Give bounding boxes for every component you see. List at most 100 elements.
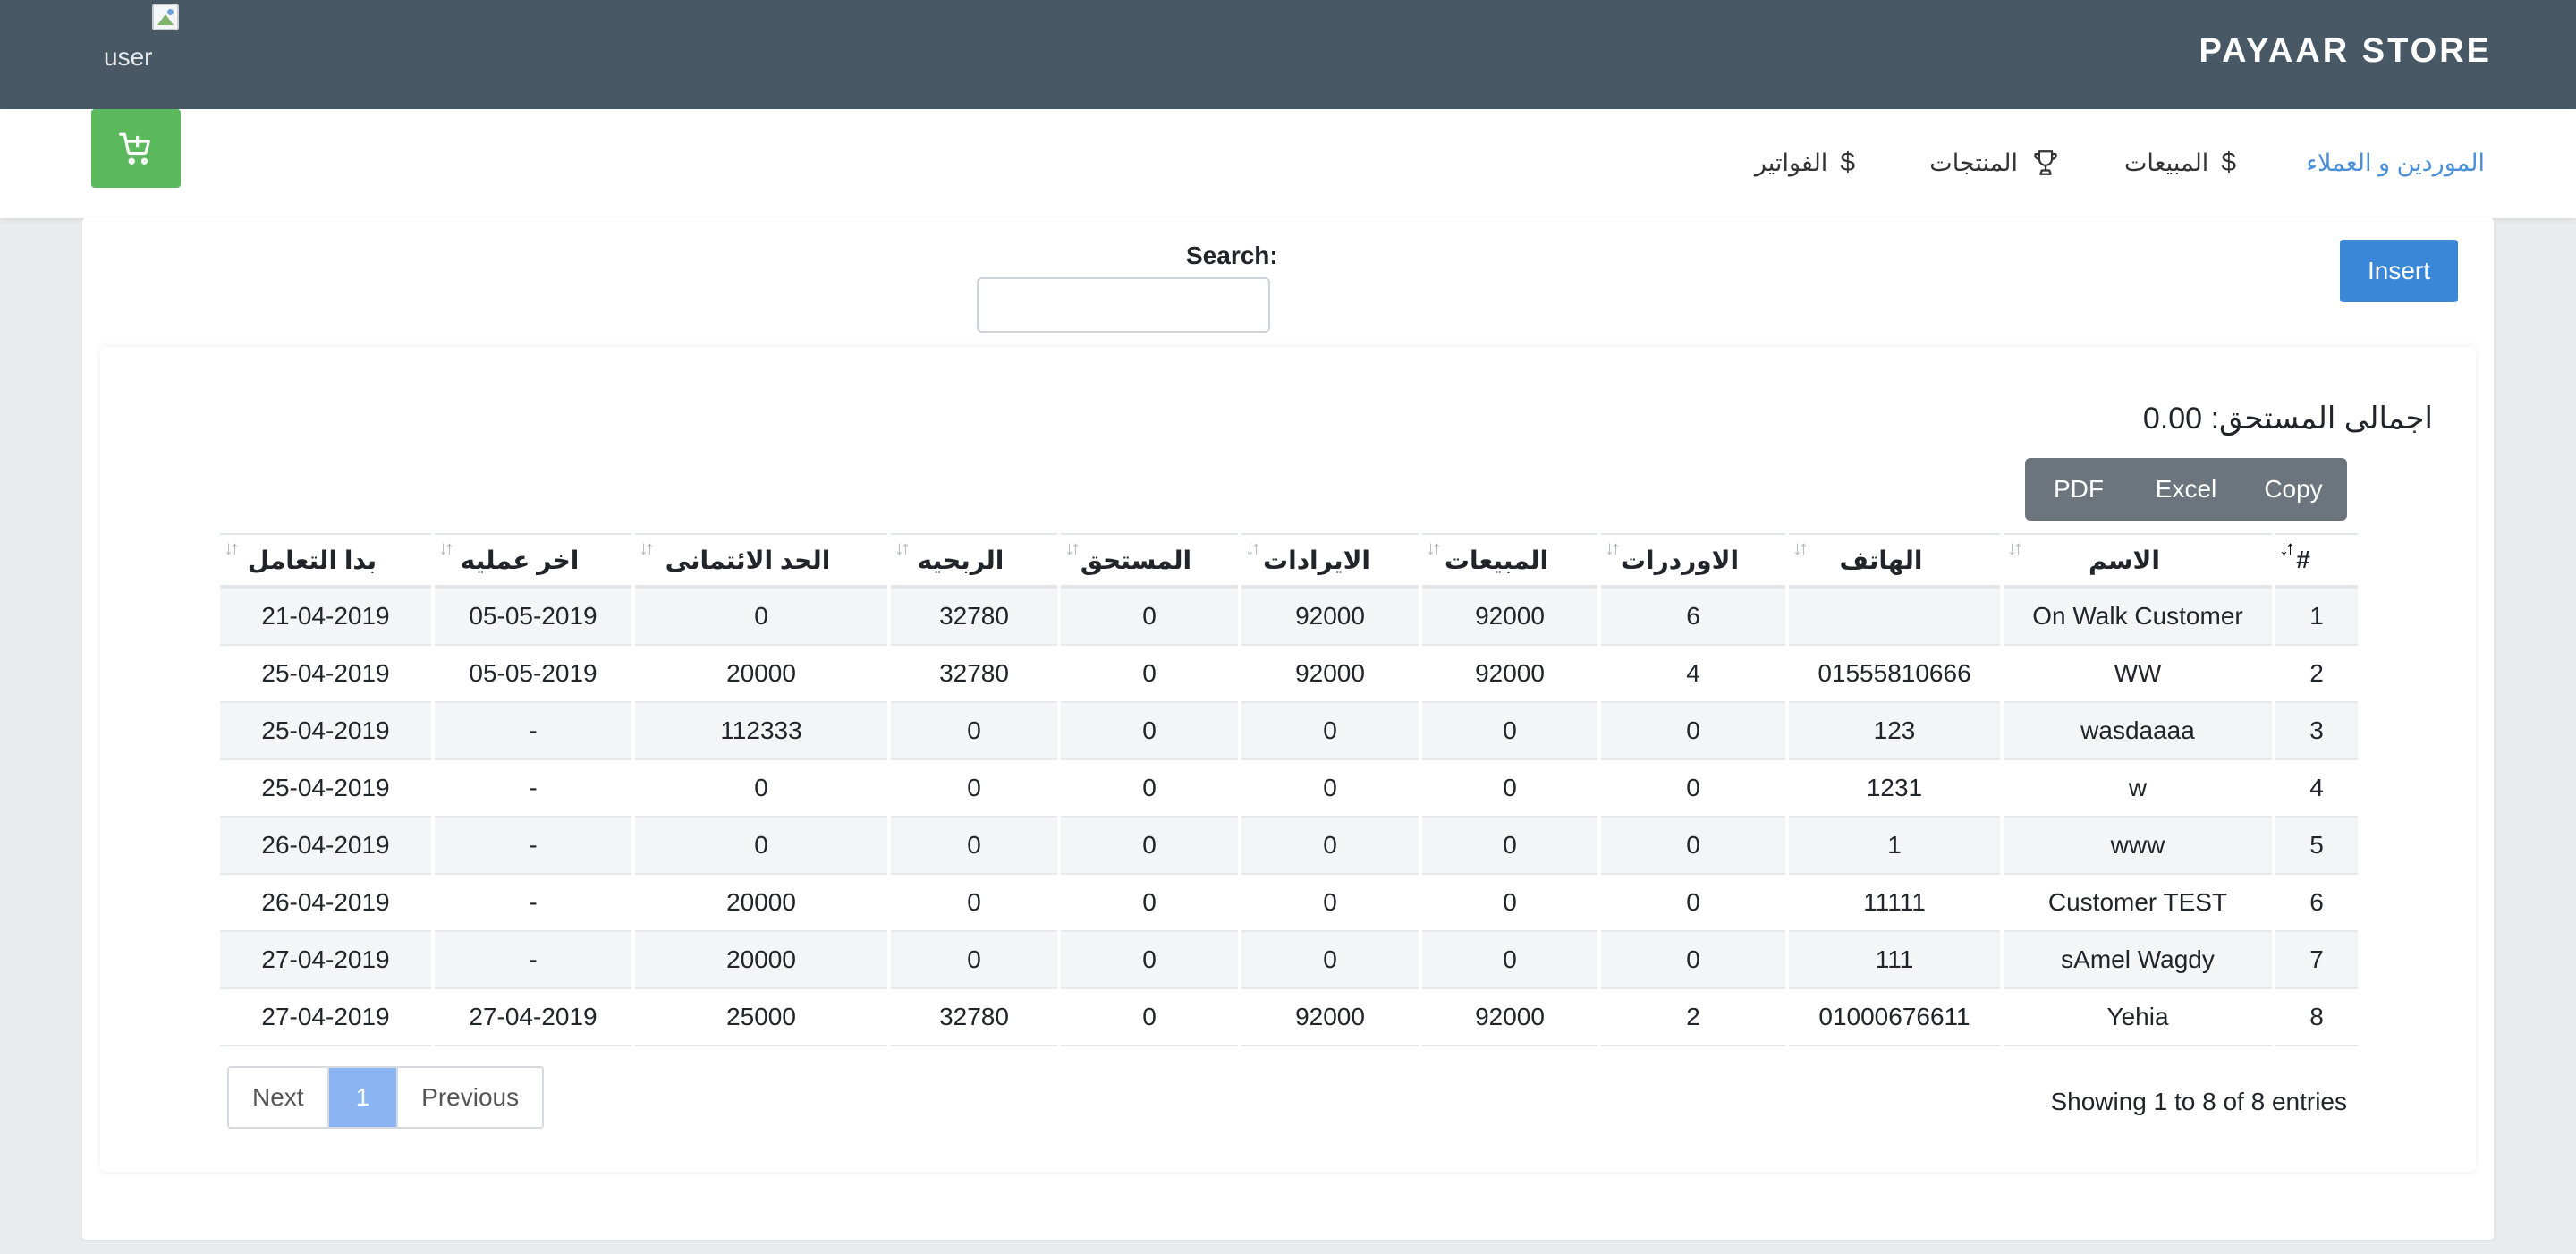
table-cell: 0 — [635, 760, 887, 818]
table-cell: 0 — [1061, 818, 1238, 875]
table-cell: 0 — [1061, 589, 1238, 646]
table-cell: 4 — [1601, 646, 1785, 703]
sort-icon: ↑↓ — [1605, 537, 1621, 559]
nav-item-sales[interactable]: $ المبيعات — [2124, 145, 2236, 181]
table-cell: 0 — [891, 760, 1057, 818]
table-header-row: # ↑↓ الاسم ↑↓ الهاتف ↑↓ الاوردرات ↑↓ المبيعا… — [220, 533, 2358, 589]
table-cell: 0 — [1241, 875, 1419, 932]
cart-button[interactable] — [91, 109, 181, 188]
table-cell: 1 — [2275, 589, 2358, 646]
nav-item-products[interactable]: المنتجات — [1929, 145, 2061, 181]
nav-item-label: المبيعات — [2124, 148, 2209, 176]
column-header-start-date[interactable]: بدا التعامل ↑↓ — [220, 533, 431, 589]
table-cell: 0 — [891, 703, 1057, 760]
table-row[interactable]: 1 On Walk Customer 6 92000 92000 0 32780 0 05-05… — [220, 589, 2358, 646]
cart-plus-icon — [119, 132, 150, 165]
table-cell: 0 — [1061, 646, 1238, 703]
table-cell: 0 — [635, 589, 887, 646]
table-cell: 0 — [1061, 932, 1238, 989]
table-cell: 0 — [1061, 703, 1238, 760]
pdf-button[interactable]: PDF — [2025, 458, 2132, 521]
table-cell: 0 — [1422, 760, 1597, 818]
table-cell: w — [2004, 760, 2272, 818]
table-cell: 3 — [2275, 703, 2358, 760]
table-cell: 1231 — [1789, 760, 2000, 818]
table-row[interactable]: 3 wasdaaaa 123 0 0 0 0 0 112333-25-04-2019 — [220, 703, 2358, 760]
table-row[interactable]: 5 www 1 0 0 0 0 0 0-26-04-2019 — [220, 818, 2358, 875]
table-cell: 27-04-2019 — [220, 932, 431, 989]
table-cell: 0 — [891, 932, 1057, 989]
table-cell: 27-04-2019 — [220, 989, 431, 1046]
table-cell: - — [435, 703, 631, 760]
nav-item-suppliers-customers[interactable]: الموردين و العملاء — [2306, 145, 2485, 181]
table-cell: 5 — [2275, 818, 2358, 875]
sort-icon: ↑↓ — [1064, 537, 1080, 559]
table-cell: 0 — [1241, 932, 1419, 989]
table-cell: sAmel Wagdy — [2004, 932, 2272, 989]
customers-table: # ↑↓ الاسم ↑↓ الهاتف ↑↓ الاوردرات ↑↓ المبيعا… — [216, 533, 2361, 1046]
sort-icon: ↑↓ — [224, 537, 240, 559]
table-cell: wasdaaaa — [2004, 703, 2272, 760]
table-cell: 0 — [1422, 818, 1597, 875]
column-header-revenue[interactable]: الايرادات ↑↓ — [1241, 533, 1419, 589]
table-cell: Customer TEST — [2004, 875, 2272, 932]
table-cell: 0 — [1601, 875, 1785, 932]
table-cell: 1 — [1789, 818, 2000, 875]
column-header-index[interactable]: # ↑↓ — [2275, 533, 2358, 589]
table-cell: 123 — [1789, 703, 2000, 760]
excel-button[interactable]: Excel — [2132, 458, 2240, 521]
insert-button[interactable]: Insert — [2340, 240, 2458, 302]
table-cell: 26-04-2019 — [220, 875, 431, 932]
table-cell: 32780 — [891, 989, 1057, 1046]
sort-icon: ↑↓ — [2007, 537, 2023, 559]
table-cell: 25000 — [635, 989, 887, 1046]
table-cell: 7 — [2275, 932, 2358, 989]
table-cell: 0 — [1422, 932, 1597, 989]
table-cell: 0 — [1422, 703, 1597, 760]
nav-bar: الموردين و العملاء $ المبيعات المنتجات $… — [0, 109, 2576, 218]
table-cell: - — [435, 818, 631, 875]
column-header-profit[interactable]: الربحيه ↑↓ — [891, 533, 1057, 589]
table-cell: 0 — [891, 875, 1057, 932]
table-row[interactable]: 4 w 1231 0 0 0 0 0 0-25-04-2019 — [220, 760, 2358, 818]
table-cell: 92000 — [1241, 989, 1419, 1046]
top-header: user PAYAAR STORE — [0, 0, 2576, 109]
table-cell: 05-05-2019 — [435, 646, 631, 703]
sort-icon: ↑↓ — [438, 537, 454, 559]
user-avatar[interactable]: user — [102, 4, 182, 71]
table-cell: 112333 — [635, 703, 887, 760]
column-header-phone[interactable]: الهاتف ↑↓ — [1789, 533, 2000, 589]
broken-image-icon — [152, 4, 179, 30]
table-cell: 0 — [1601, 703, 1785, 760]
table-cell: 01555810666 — [1789, 646, 2000, 703]
nav-item-invoices[interactable]: $ الفواتير — [1755, 145, 1855, 181]
column-header-credit-limit[interactable]: الحد الائتمانى ↑↓ — [635, 533, 887, 589]
table-row[interactable]: 7 sAmel Wagdy 111 0 0 0 0 0 20000-27-04-2019 — [220, 932, 2358, 989]
table-row[interactable]: 8 Yehia 01000676611 2 92000 92000 0 32780 25000 2… — [220, 989, 2358, 1046]
table-cell: 20000 — [635, 932, 887, 989]
copy-button[interactable]: Copy — [2240, 458, 2347, 521]
table-cell: 92000 — [1422, 989, 1597, 1046]
table-row[interactable]: 2 WW 01555810666 4 92000 92000 0 32780 20000 05-0… — [220, 646, 2358, 703]
column-header-sales[interactable]: المبيعات ↑↓ — [1422, 533, 1597, 589]
nav-item-label: المنتجات — [1929, 148, 2018, 176]
column-header-due[interactable]: المستحق ↑↓ — [1061, 533, 1238, 589]
column-header-orders[interactable]: الاوردرات ↑↓ — [1601, 533, 1785, 589]
previous-page-button[interactable]: Previous — [396, 1068, 543, 1127]
sort-asc-icon: ↑↓ — [2279, 537, 2295, 559]
column-header-last-transaction[interactable]: اخر عمليه ↑↓ — [435, 533, 631, 589]
table-cell: 0 — [1601, 760, 1785, 818]
column-header-name[interactable]: الاسم ↑↓ — [2004, 533, 2272, 589]
user-avatar-alt: user — [104, 43, 153, 71]
table-cell: 21-04-2019 — [220, 589, 431, 646]
next-page-button[interactable]: Next — [229, 1068, 327, 1127]
search-input[interactable] — [977, 277, 1270, 333]
table-row[interactable]: 6 Customer TEST 11111 0 0 0 0 0 20000-26-04-2019 — [220, 875, 2358, 932]
table-cell: On Walk Customer — [2004, 589, 2272, 646]
table-body: 1 On Walk Customer 6 92000 92000 0 32780 0 05-05… — [220, 589, 2358, 1046]
export-button-group: Copy Excel PDF — [2025, 458, 2347, 521]
brand-title[interactable]: PAYAAR STORE — [2199, 32, 2492, 71]
table-cell: 0 — [635, 818, 887, 875]
table-cell: - — [435, 932, 631, 989]
page-button-1[interactable]: 1 — [326, 1068, 397, 1127]
